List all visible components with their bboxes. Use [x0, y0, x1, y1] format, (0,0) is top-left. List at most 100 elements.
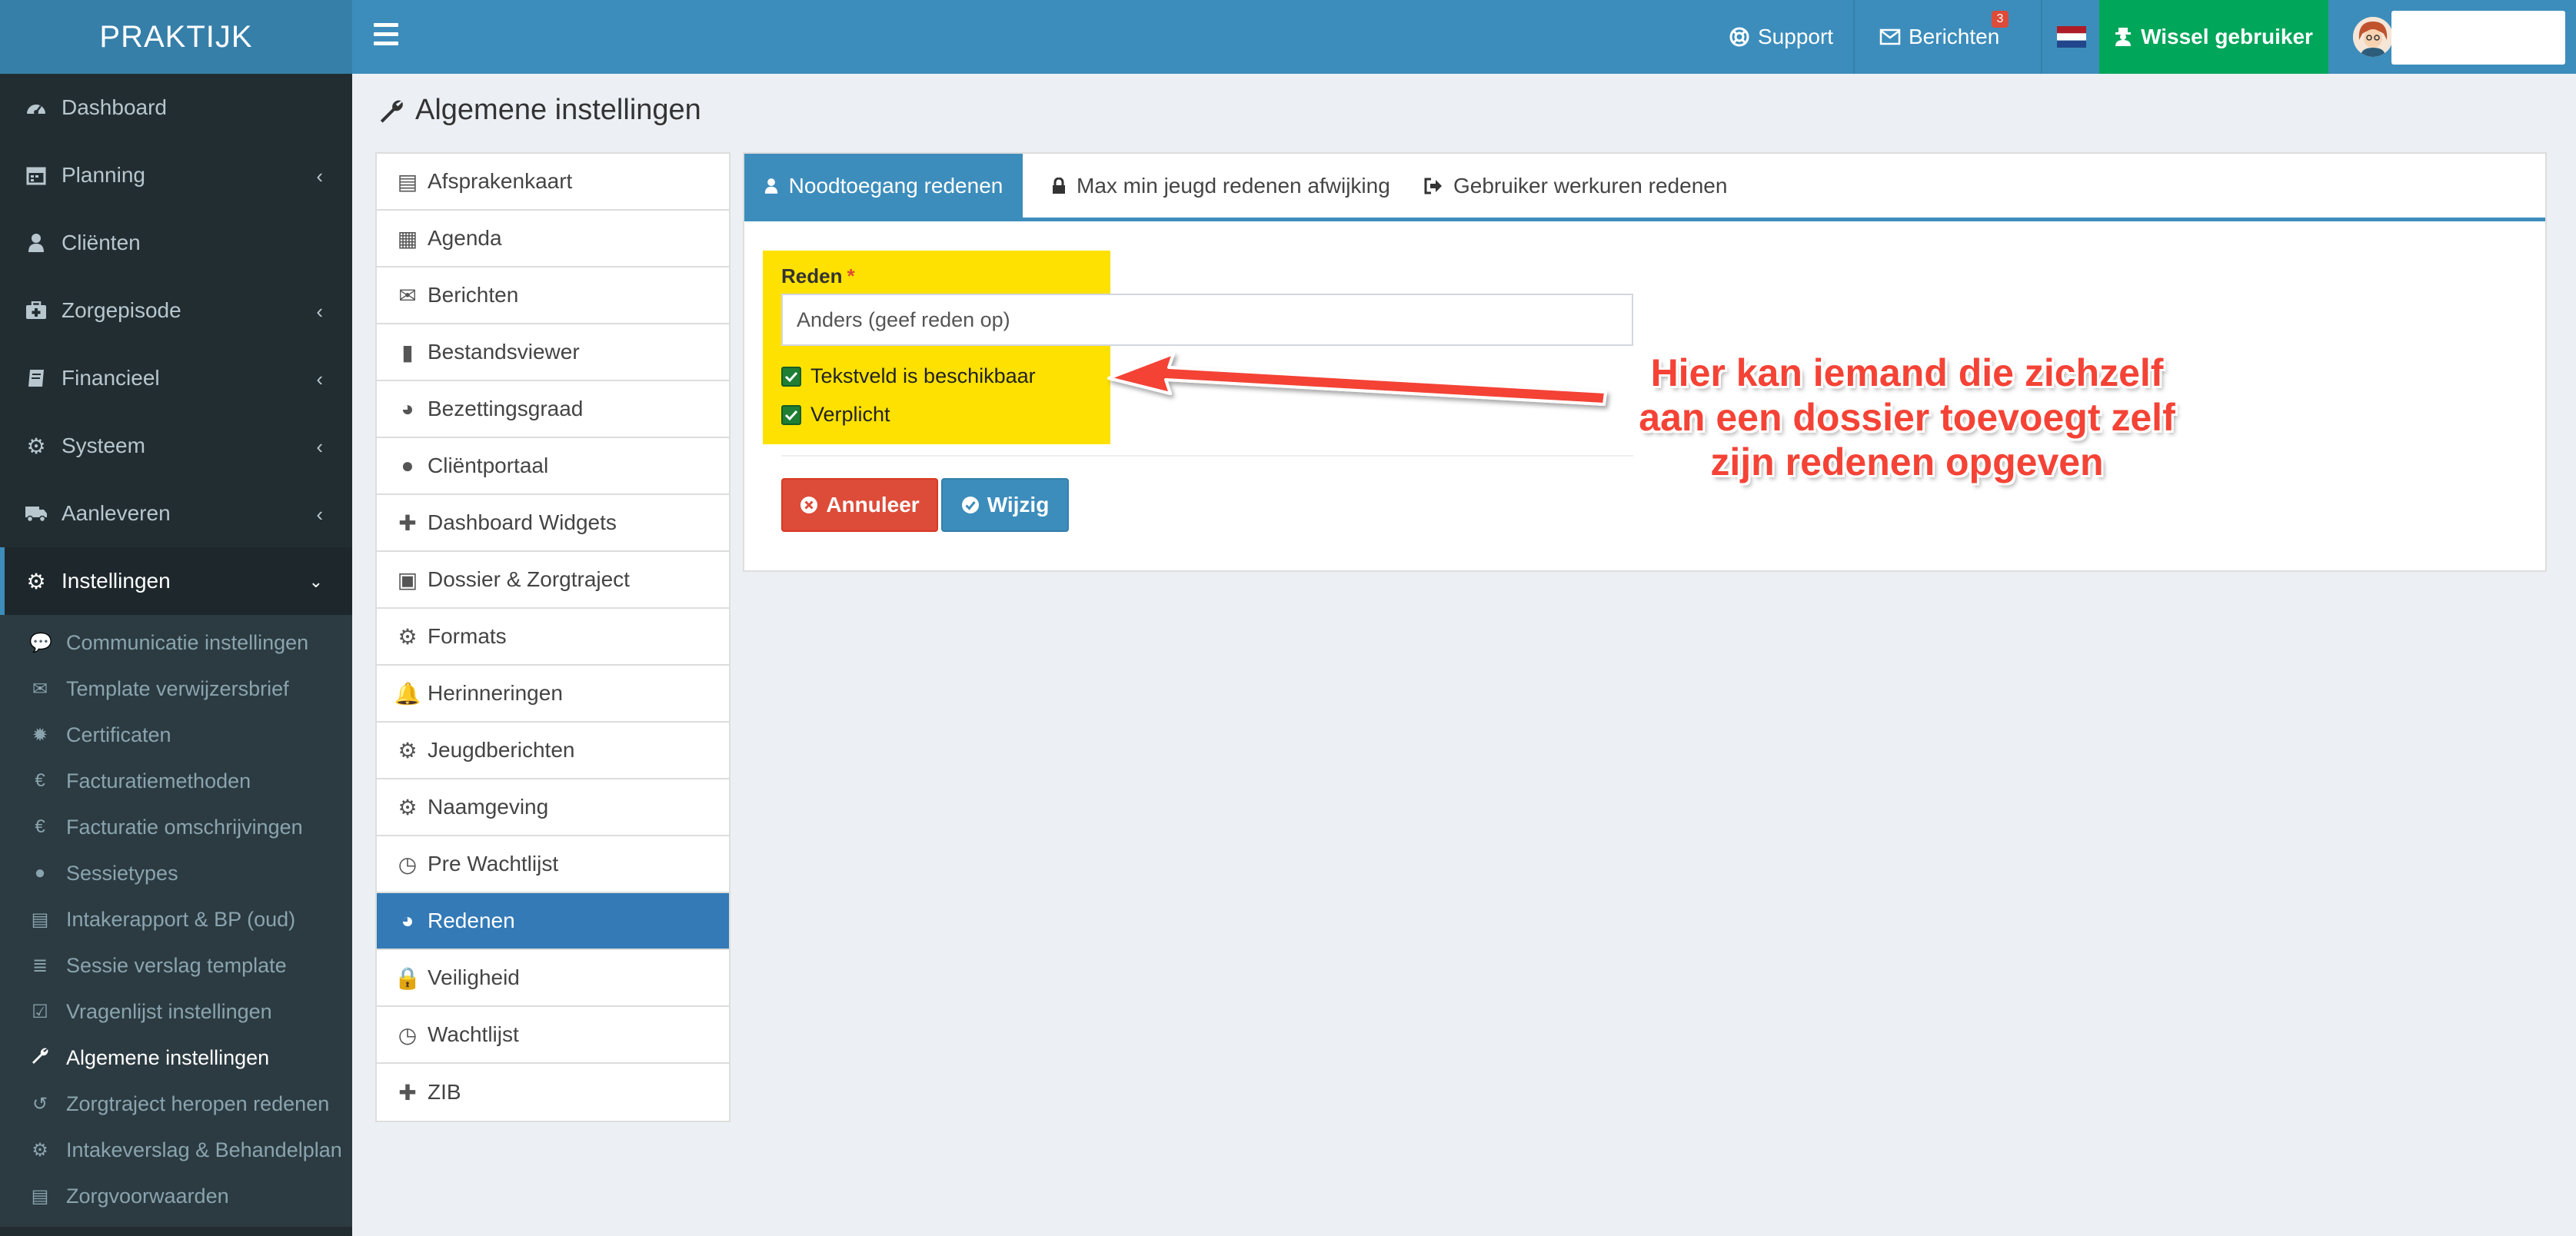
settings-item-clientportaal[interactable]: ● Cliëntportaal — [377, 438, 729, 495]
sidebar-item-financieel[interactable]: Financieel ‹ — [0, 344, 352, 412]
settings-item-jeugdberichten[interactable]: ⚙ Jeugdberichten — [377, 723, 729, 779]
wrench-icon — [29, 1046, 51, 1070]
settings-item-naamgeving[interactable]: ⚙ Naamgeving — [377, 779, 729, 836]
sidebar-item-zorgepisode[interactable]: Zorgepisode ‹ — [0, 277, 352, 344]
chevron-left-icon: ‹ — [316, 435, 323, 458]
user-secret-icon — [2115, 27, 2132, 47]
submenu-item-label: Zorgvoorwaarden — [66, 1184, 229, 1208]
tab-gebruiker-werkuren[interactable]: Gebruiker werkuren redenen — [1424, 154, 1727, 218]
settings-item-afsprakenkaart[interactable]: ▤ Afsprakenkaart — [377, 154, 729, 211]
settings-item-label: Bestandsviewer — [428, 340, 580, 364]
submenu-item-sessie-verslag-template[interactable]: ≣ Sessie verslag template — [0, 942, 352, 988]
settings-item-formats[interactable]: ⚙ Formats — [377, 609, 729, 666]
submenu-item-label: Certificaten — [66, 723, 171, 746]
page-title: Algemene instellingen — [378, 94, 701, 127]
submenu-item-vragenlijst-instellingen[interactable]: ☑ Vragenlijst instellingen — [0, 988, 352, 1035]
user-avatar[interactable] — [2353, 17, 2393, 57]
annuleer-label: Annuleer — [826, 493, 920, 517]
settings-item-dossier-zorgtraject[interactable]: ▣ Dossier & Zorgtraject — [377, 552, 729, 609]
berichten-link[interactable]: Berichten — [1879, 0, 1999, 74]
file-icon: ▮ — [401, 340, 414, 364]
annuleer-button[interactable]: Annuleer — [781, 478, 938, 532]
verplicht-checkbox-label: Verplicht — [810, 403, 890, 426]
settings-item-veiligheid[interactable]: 🔒 Veiligheid — [377, 950, 729, 1007]
sidebar-item-label: Aanleveren — [62, 501, 171, 525]
support-link[interactable]: Support — [1729, 0, 1833, 74]
settings-item-agenda[interactable]: ▦ Agenda — [377, 211, 729, 267]
brand-logo[interactable]: PRAKTIJK — [0, 0, 352, 74]
certificate-icon: ✹ — [32, 724, 48, 746]
lock-icon — [1052, 178, 1066, 194]
settings-list: ▤ Afsprakenkaart ▦ Agenda ✉ Berichten ▮ … — [375, 152, 731, 1122]
settings-item-label: Naamgeving — [428, 795, 549, 819]
hamburger-menu-icon[interactable] — [374, 23, 398, 51]
submenu-item-facturatie-omschrijvingen[interactable]: € Facturatie omschrijvingen — [0, 804, 352, 850]
sidebar-item-planning[interactable]: Planning ‹ — [0, 141, 352, 209]
submenu-item-zorgvoorwaarden[interactable]: ▤ Zorgvoorwaarden — [0, 1173, 352, 1219]
submenu-item-communicatie[interactable]: 💬 Communicatie instellingen — [0, 620, 352, 666]
envelope-icon: ✉ — [398, 283, 417, 307]
medkit-icon: ▣ — [397, 567, 418, 592]
settings-item-wachtlijst[interactable]: ◷ Wachtlijst — [377, 1007, 729, 1064]
sidebar-item-aanleveren[interactable]: Aanleveren ‹ — [0, 480, 352, 547]
submenu-item-facturatiemethoden[interactable]: € Facturatiemethoden — [0, 758, 352, 804]
sidebar-item-label: Instellingen — [62, 569, 171, 593]
user-icon — [25, 231, 48, 254]
settings-item-redenen[interactable]: ◕ Redenen — [377, 893, 729, 950]
dashboard-icon — [25, 96, 48, 119]
wissel-gebruiker-button[interactable]: Wissel gebruiker — [2099, 0, 2328, 74]
submenu-item-template-verwijzersbrief[interactable]: ✉ Template verwijzersbrief — [0, 666, 352, 712]
puzzle-icon: ✚ — [398, 510, 417, 535]
tab-noodtoegang-redenen[interactable]: Noodtoegang redenen — [744, 154, 1023, 218]
submenu-item-intakerapport[interactable]: ▤ Intakerapport & BP (oud) — [0, 896, 352, 942]
gears-icon: ⚙ — [26, 434, 46, 458]
euro-icon: € — [35, 770, 45, 791]
submenu-item-sessietypes[interactable]: ● Sessietypes — [0, 850, 352, 896]
reden-input[interactable]: Anders (geef reden op) — [781, 294, 1633, 346]
page-title-text: Algemene instellingen — [415, 94, 701, 126]
submenu-item-algemene-instellingen[interactable]: Algemene instellingen — [0, 1035, 352, 1081]
settings-item-label: Redenen — [428, 909, 515, 932]
file-icon: ▤ — [31, 909, 49, 930]
settings-item-bezettingsgraad[interactable]: ◕ Bezettingsgraad — [377, 381, 729, 438]
submenu-item-certificaten[interactable]: ✹ Certificaten — [0, 712, 352, 758]
reden-label-text: Reden — [781, 264, 843, 287]
settings-item-label: Berichten — [428, 283, 519, 307]
times-circle-icon — [800, 496, 818, 514]
euro-icon: € — [35, 816, 45, 837]
support-label: Support — [1758, 25, 1834, 48]
chevron-left-icon: ‹ — [316, 300, 323, 323]
annotation-line: Hier kan iemand die zichzelf — [1650, 351, 2164, 394]
settings-item-pre-wachtlijst[interactable]: ◷ Pre Wachtlijst — [377, 836, 729, 893]
check-circle-icon — [961, 496, 980, 514]
tab-max-min-jeugd[interactable]: Max min jeugd redenen afwijking — [1052, 154, 1390, 218]
language-selector[interactable] — [2044, 0, 2099, 74]
clock-icon: ◷ — [398, 1022, 418, 1047]
submenu-item-intakeverslag[interactable]: ⚙ Intakeverslag & Behandelplan — [0, 1127, 352, 1173]
settings-item-berichten[interactable]: ✉ Berichten — [377, 267, 729, 324]
tekstveld-checkbox[interactable] — [781, 366, 801, 387]
verplicht-checkbox[interactable] — [781, 404, 801, 425]
sidebar-item-clienten[interactable]: Cliënten — [0, 209, 352, 277]
gear-icon: ⚙ — [32, 1139, 48, 1161]
settings-item-label: Dossier & Zorgtraject — [428, 567, 630, 591]
submenu-item-label: Algemene instellingen — [66, 1045, 270, 1069]
verplicht-checkbox-row[interactable]: Verplicht — [781, 403, 890, 427]
settings-item-dashboard-widgets[interactable]: ✚ Dashboard Widgets — [377, 495, 729, 552]
wijzig-button[interactable]: Wijzig — [941, 478, 1069, 532]
globe-icon: ● — [401, 454, 414, 477]
clock-icon: ◷ — [398, 852, 418, 876]
globe-icon: ● — [34, 862, 46, 883]
settings-item-herinneringen[interactable]: 🔔 Herinneringen — [377, 666, 729, 723]
submenu-item-zorgtraject-heropen[interactable]: ↺ Zorgtraject heropen redenen — [0, 1081, 352, 1127]
user-name-box[interactable] — [2391, 11, 2565, 65]
settings-item-label: Cliëntportaal — [428, 454, 549, 477]
settings-item-bestandsviewer[interactable]: ▮ Bestandsviewer — [377, 324, 729, 381]
lock-icon: 🔒 — [394, 965, 421, 990]
tekstveld-checkbox-row[interactable]: Tekstveld is beschikbaar — [781, 364, 1036, 388]
pie-chart-icon: ◕ — [401, 909, 414, 932]
sidebar-item-instellingen[interactable]: ⚙ Instellingen ⌄ — [0, 547, 352, 615]
settings-item-zib[interactable]: ✚ ZIB — [377, 1064, 729, 1121]
sidebar-item-dashboard[interactable]: Dashboard — [0, 74, 352, 141]
sidebar-item-systeem[interactable]: ⚙ Systeem ‹ — [0, 412, 352, 480]
